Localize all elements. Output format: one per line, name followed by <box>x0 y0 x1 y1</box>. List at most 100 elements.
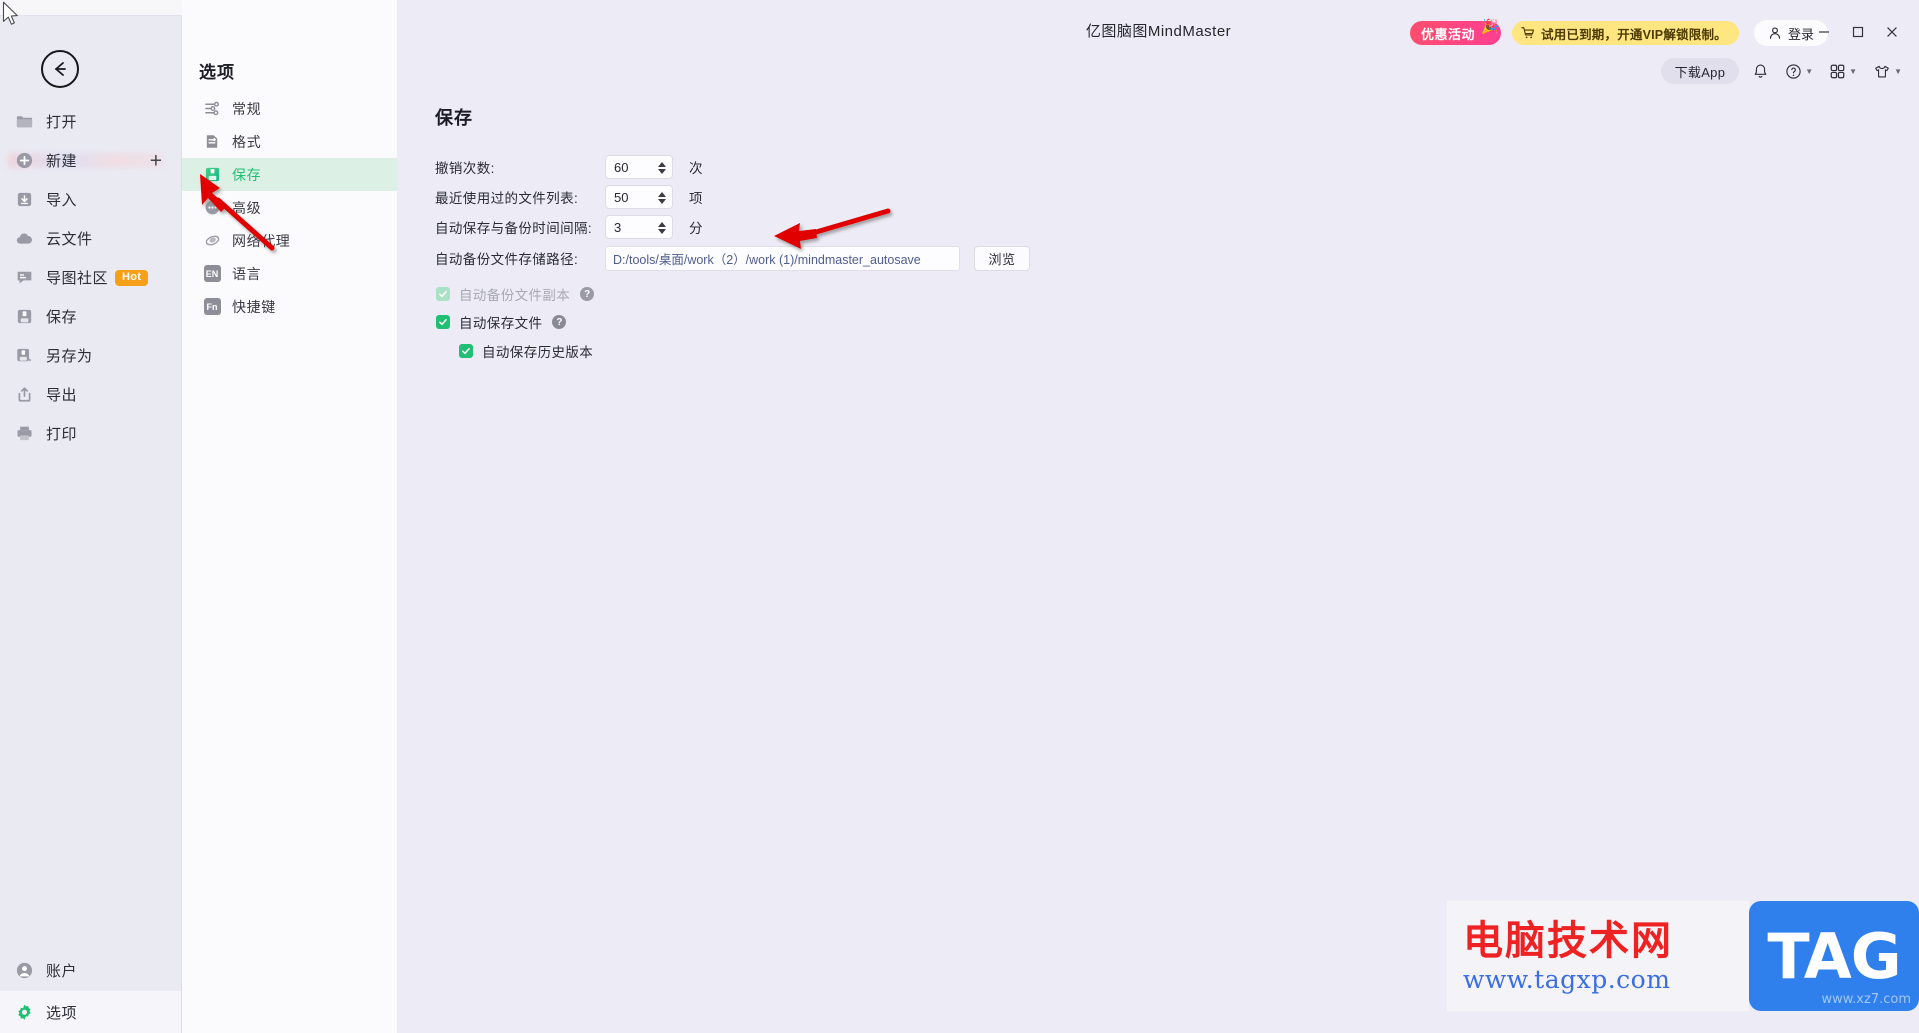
undo-count-row: 撤销次数: 次 <box>435 154 703 180</box>
help-icon[interactable]: ? <box>580 287 595 301</box>
save-as-icon <box>13 345 35 367</box>
options-list: 常规 格式 保存 高级 网络代理 EN 语言 Fn 快捷键 <box>182 92 397 323</box>
help-icon[interactable]: ? <box>552 315 567 329</box>
options-item-network-proxy[interactable]: 网络代理 <box>182 224 397 257</box>
options-item-save[interactable]: 保存 <box>182 158 397 191</box>
browse-button[interactable]: 浏览 <box>974 245 1030 271</box>
grid-apps-icon[interactable]: ▼ <box>1826 63 1860 80</box>
back-arrow-glyph <box>55 62 66 76</box>
sidebar-item-save[interactable]: 保存 <box>0 297 181 336</box>
sidebar-item-export[interactable]: 导出 <box>0 375 181 414</box>
cloud-icon <box>13 228 35 250</box>
save-icon <box>13 306 35 328</box>
auto-save-file-checkbox[interactable] <box>436 315 450 329</box>
options-item-label: 网络代理 <box>232 232 291 249</box>
backup-path-label: 自动备份文件存储路径: <box>435 252 579 267</box>
download-app-button[interactable]: 下载App <box>1660 58 1740 84</box>
options-item-language[interactable]: EN 语言 <box>182 257 397 290</box>
sidebar-item-label: 账户 <box>46 962 78 980</box>
auto-save-history-row: 自动保存历史版本 <box>459 341 593 361</box>
network-proxy-icon <box>202 231 222 251</box>
autosave-interval-input[interactable] <box>606 216 650 238</box>
recent-files-field[interactable] <box>605 185 673 209</box>
cart-icon <box>1521 26 1535 40</box>
save-settings-content: 保存 撤销次数: 次 最近使用过的文件列表: 项 <box>398 96 1919 1033</box>
recent-files-unit: 项 <box>689 191 703 206</box>
chevron-down-icon: ▼ <box>1894 66 1902 76</box>
sidebar-item-open[interactable]: 打开 <box>0 102 181 141</box>
recent-files-stepper[interactable] <box>658 188 666 207</box>
recent-files-row: 最近使用过的文件列表: 项 <box>435 184 703 210</box>
app-title: 亿图脑图MindMaster <box>1085 23 1232 40</box>
sidebar-nav-list: 打开 新建 + 导入 云文件 导图社区 Hot 保存 另存为 导出 打印 <box>0 102 181 453</box>
options-item-label: 格式 <box>232 133 262 150</box>
promo-activity-button[interactable]: 优惠活动 🎉 <box>1410 18 1502 45</box>
undo-count-stepper[interactable] <box>658 158 666 177</box>
page-title: 保存 <box>435 108 473 128</box>
add-new-button[interactable]: + <box>150 150 162 171</box>
options-panel-title: 选项 <box>199 63 235 82</box>
sidebar-item-options[interactable]: 选项 <box>0 991 181 1033</box>
plus-circle-icon <box>13 150 35 172</box>
undo-count-field[interactable] <box>605 155 673 179</box>
stepper-down-icon[interactable] <box>658 168 666 174</box>
autosave-interval-field[interactable] <box>605 215 673 239</box>
sidebar-item-label: 云文件 <box>46 231 93 248</box>
export-icon <box>13 384 35 406</box>
auto-save-history-checkbox[interactable] <box>459 344 473 358</box>
help-circle-icon[interactable]: ▼ <box>1782 63 1816 80</box>
folder-icon <box>13 111 35 133</box>
account-icon <box>13 959 35 981</box>
sidebar-item-label: 导入 <box>46 192 78 209</box>
stepper-down-icon[interactable] <box>658 228 666 234</box>
auto-save-file-row: 自动保存文件 ? <box>436 312 567 332</box>
sidebar-item-import[interactable]: 导入 <box>0 180 181 219</box>
chevron-down-icon: ▼ <box>1805 66 1814 76</box>
auto-backup-copy-checkbox[interactable] <box>436 287 450 301</box>
promo-label: 优惠活动 <box>1421 26 1476 42</box>
sidebar-item-label: 导出 <box>46 387 78 404</box>
auto-backup-copy-label: 自动备份文件副本 <box>459 288 571 303</box>
options-item-advanced[interactable]: 高级 <box>182 191 397 224</box>
sidebar-item-new[interactable]: 新建 + <box>0 141 181 180</box>
sidebar-item-cloud-files[interactable]: 云文件 <box>0 219 181 258</box>
stepper-up-icon[interactable] <box>658 221 666 227</box>
shortcut-fn-glyph: Fn <box>203 298 221 315</box>
options-item-label: 高级 <box>232 199 262 216</box>
stepper-up-icon[interactable] <box>658 161 666 167</box>
language-en-glyph: EN <box>203 265 221 282</box>
vip-upgrade-button[interactable]: 试用已到期，开通VIP解锁限制。 <box>1512 21 1739 45</box>
user-icon <box>1768 26 1782 40</box>
sidebar-item-community[interactable]: 导图社区 Hot <box>0 258 181 297</box>
minimize-button[interactable] <box>1807 18 1841 46</box>
undo-count-unit: 次 <box>689 161 703 176</box>
recent-files-input[interactable] <box>606 186 650 208</box>
stepper-down-icon[interactable] <box>658 198 666 204</box>
backup-path-input[interactable] <box>605 245 960 271</box>
stepper-up-icon[interactable] <box>658 191 666 197</box>
options-item-general[interactable]: 常规 <box>182 92 397 125</box>
sidebar-item-save-as[interactable]: 另存为 <box>0 336 181 375</box>
hot-badge: Hot <box>115 269 149 286</box>
sidebar-item-account[interactable]: 账户 <box>0 949 181 991</box>
sidebar-bottom-group: 账户 选项 <box>0 949 181 1033</box>
back-arrow-icon[interactable] <box>41 50 79 88</box>
sparkle-icon: 🎉 <box>1481 18 1500 34</box>
options-item-label: 语言 <box>232 265 262 282</box>
left-sidebar: 打开 新建 + 导入 云文件 导图社区 Hot 保存 另存为 导出 打印 账户 … <box>0 16 182 1033</box>
maximize-button[interactable] <box>1841 18 1875 46</box>
undo-count-input[interactable] <box>606 156 650 178</box>
autosave-interval-stepper[interactable] <box>658 218 666 237</box>
close-button[interactable] <box>1875 18 1909 46</box>
floppy-save-icon <box>202 165 222 185</box>
shirt-icon[interactable]: ▼ <box>1870 63 1905 80</box>
options-item-shortcuts[interactable]: Fn 快捷键 <box>182 290 397 323</box>
language-en-icon: EN <box>202 264 222 284</box>
bell-icon[interactable] <box>1749 63 1772 80</box>
options-item-label: 快捷键 <box>232 298 276 315</box>
sidebar-item-print[interactable]: 打印 <box>0 414 181 453</box>
window-top-strip <box>0 0 182 16</box>
chevron-down-icon: ▼ <box>1849 66 1858 76</box>
options-item-format[interactable]: 格式 <box>182 125 397 158</box>
auto-save-file-label: 自动保存文件 <box>459 316 543 331</box>
